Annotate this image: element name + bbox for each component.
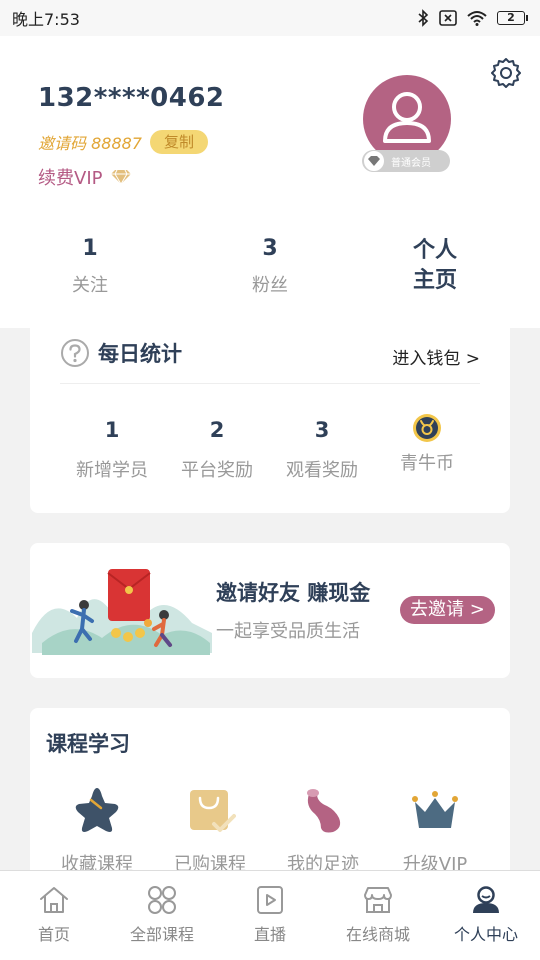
shopping-bag-icon: [190, 790, 236, 832]
gem-icon: [363, 150, 385, 172]
diamond-icon: [111, 169, 132, 185]
invite-subtitle: 一起享受品质生活: [216, 621, 360, 642]
bottom-nav: 首页 全部课程 直播 在线商城 个人中心: [0, 870, 540, 960]
upgrade-vip-item[interactable]: 升级VIP: [380, 784, 490, 876]
home-icon: [40, 887, 68, 913]
nav-profile-label: 个人中心: [453, 925, 518, 944]
question-icon[interactable]: [60, 338, 90, 368]
footprint-icon: [307, 789, 341, 833]
view-reward-count: 3: [314, 418, 330, 442]
bluetooth-icon: [418, 9, 429, 27]
profile-header: 132****0462 邀请码 88887 复制 续费VIP 普通会员 1 关注…: [0, 36, 540, 328]
purchased-courses-item[interactable]: 已购课程: [155, 784, 265, 876]
followers-count: 3: [262, 236, 278, 261]
star-icon: [75, 788, 119, 832]
invite-code: 邀请码 88887: [38, 134, 142, 153]
nav-profile[interactable]: 个人中心: [432, 871, 540, 960]
nav-shop-label: 在线商城: [345, 925, 410, 944]
nav-home-label: 首页: [37, 925, 70, 944]
shop-icon: [364, 887, 392, 913]
followers-label: 粉丝: [252, 275, 288, 296]
status-icons: 2: [417, 9, 528, 27]
followers-stat[interactable]: 3 粉丝: [210, 236, 330, 297]
nav-all-courses-label: 全部课程: [129, 925, 194, 944]
invite-friends-card[interactable]: 邀请好友 赚现金 一起享受品质生活 去邀请 >: [30, 543, 510, 678]
following-stat[interactable]: 1 关注: [30, 236, 150, 297]
my-footprint-item[interactable]: 我的足迹: [268, 784, 378, 876]
nav-live[interactable]: 直播: [216, 871, 324, 960]
divider: [60, 383, 480, 384]
platform-reward-stat[interactable]: 2 平台奖励: [157, 418, 277, 482]
following-count: 1: [82, 236, 98, 261]
nav-all-courses[interactable]: 全部课程: [108, 871, 216, 960]
course-learning-title: 课程学习: [46, 732, 130, 756]
following-label: 关注: [72, 275, 108, 296]
favorite-courses-item[interactable]: 收藏课程: [42, 784, 152, 876]
new-students-label: 新增学员: [76, 460, 148, 481]
status-bar: 晚上7:53 2: [0, 0, 540, 36]
battery-level: 2: [497, 11, 525, 25]
status-time: 晚上7:53: [12, 10, 80, 29]
invite-code-row: 邀请码 88887 复制: [38, 130, 209, 154]
nav-shop[interactable]: 在线商城: [324, 871, 432, 960]
homepage-line2: 主页: [412, 268, 457, 293]
no-sim-icon: [439, 10, 457, 26]
new-students-stat[interactable]: 1 新增学员: [52, 418, 172, 482]
crown-icon: [412, 791, 458, 828]
person-icon: [473, 886, 499, 913]
wallet-link[interactable]: 进入钱包 >: [392, 344, 480, 369]
platform-reward-label: 平台奖励: [181, 460, 253, 481]
view-reward-stat[interactable]: 3 观看奖励: [262, 418, 382, 482]
renew-vip-label: 续费VIP: [38, 168, 103, 189]
copy-button[interactable]: 复制: [150, 130, 209, 154]
personal-homepage-link[interactable]: 个人 主页: [395, 236, 475, 296]
daily-stats-title: 每日统计: [98, 342, 182, 366]
qingniu-coin-label: 青牛币: [400, 453, 454, 474]
daily-stats-header: 每日统计: [60, 338, 182, 368]
battery-icon: 2: [497, 11, 528, 25]
qingniu-coin-stat[interactable]: 青牛币: [367, 413, 487, 475]
platform-reward-count: 2: [209, 418, 225, 442]
member-level-label: 普通会员: [391, 157, 431, 169]
invite-title: 邀请好友 赚现金: [216, 581, 371, 605]
nav-live-label: 直播: [253, 925, 286, 944]
go-invite-button[interactable]: 去邀请 >: [400, 596, 495, 624]
invite-illustration: [32, 569, 212, 655]
new-students-count: 1: [104, 418, 120, 442]
member-level-badge: 普通会员: [362, 150, 450, 172]
nav-home[interactable]: 首页: [0, 871, 108, 960]
view-reward-label: 观看奖励: [286, 460, 358, 481]
ox-coin-icon: [413, 414, 441, 442]
play-icon: [257, 886, 283, 914]
grid-icon: [148, 886, 176, 914]
daily-stats-card: 每日统计 进入钱包 > 1 新增学员 2 平台奖励 3 观看奖励 青牛币: [30, 328, 510, 513]
wifi-icon: [467, 11, 487, 26]
homepage-line1: 个人: [412, 238, 457, 263]
phone-number: 132****0462: [38, 83, 225, 113]
renew-vip-link[interactable]: 续费VIP: [38, 164, 132, 190]
gear-icon[interactable]: [490, 56, 522, 88]
